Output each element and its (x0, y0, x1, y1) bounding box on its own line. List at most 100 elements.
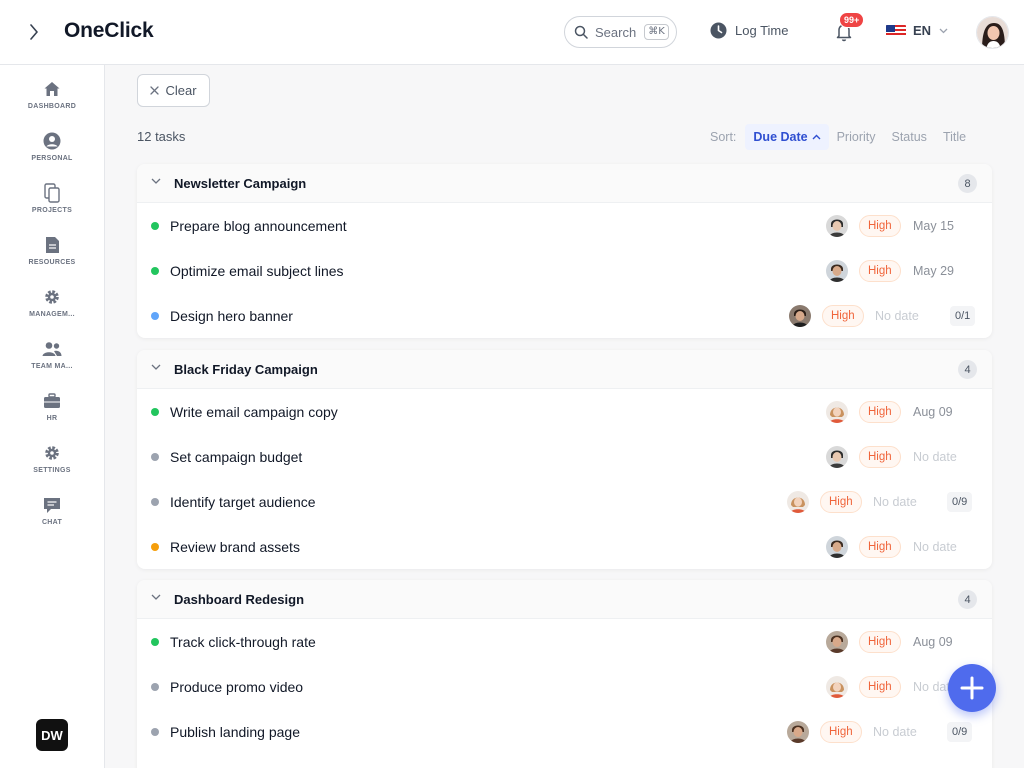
language-code: EN (913, 23, 932, 38)
main-content: Clear 12 tasks Sort: Due Date Priority S… (105, 65, 1024, 768)
task-title: Identify target audience (170, 494, 316, 510)
task-group: Newsletter Campaign 8 Prepare blog annou… (137, 164, 992, 338)
assignee-avatar[interactable] (826, 536, 848, 558)
sidebar-item-team-management[interactable]: TEAM MA... (0, 339, 104, 383)
assignee-avatar[interactable] (787, 721, 809, 743)
task-row[interactable]: Identify target audience High No date 0/… (137, 479, 992, 524)
assignee-avatar[interactable] (826, 215, 848, 237)
sidebar-item-chat[interactable]: CHAT (0, 495, 104, 539)
chevron-down-icon (151, 364, 161, 370)
assignee-avatar[interactable] (787, 491, 809, 513)
top-header: OneClick Search ⌘K Log Time 99+ EN (0, 0, 1024, 65)
user-initials-badge[interactable]: DW (36, 719, 68, 751)
status-dot (151, 728, 159, 736)
assignee-avatar[interactable] (826, 631, 848, 653)
search-input[interactable]: Search ⌘K (564, 16, 677, 48)
due-date: Aug 09 (913, 635, 953, 649)
task-row[interactable]: Set campaign budget High No date (137, 434, 992, 479)
group-header[interactable]: Dashboard Redesign 4 (137, 580, 992, 619)
subtask-count: 0/9 (947, 722, 973, 742)
user-avatar[interactable] (976, 16, 1009, 49)
sidebar-item-resources[interactable]: RESOURCES (0, 235, 104, 279)
sidebar-item-settings[interactable]: SETTINGS (0, 443, 104, 487)
assignee-avatar[interactable] (826, 446, 848, 468)
add-task-button[interactable] (948, 664, 996, 712)
language-selector[interactable]: EN (886, 23, 948, 38)
close-icon (150, 86, 160, 95)
due-date: No date (875, 309, 919, 323)
status-dot (151, 498, 159, 506)
task-row[interactable]: Optimize email subject lines High May 29 (137, 248, 992, 293)
app-title: OneClick (64, 19, 154, 42)
briefcase-icon (44, 393, 60, 408)
clear-label: Clear (165, 83, 197, 98)
group-title: Black Friday Campaign (174, 362, 318, 377)
due-date: No date (873, 495, 917, 509)
log-time-button[interactable]: Log Time (710, 22, 788, 39)
sort-option-due-date[interactable]: Due Date (745, 124, 829, 150)
assignee-avatar[interactable] (789, 305, 811, 327)
due-date: No date (913, 450, 957, 464)
task-row[interactable]: Write email campaign copy High Aug 09 (137, 389, 992, 434)
task-title: Prepare blog announcement (170, 218, 347, 234)
assignee-photo-icon (826, 676, 848, 698)
chevron-down-icon (151, 178, 161, 184)
task-title: Set campaign budget (170, 449, 303, 465)
assignee-avatar[interactable] (826, 260, 848, 282)
task-title: Produce promo video (170, 679, 304, 695)
copy-icon (44, 183, 60, 203)
clear-filters-button[interactable]: Clear (137, 74, 210, 107)
sidebar-item-label: CHAT (41, 519, 63, 526)
sidebar-item-dashboard[interactable]: DASHBOARD (0, 79, 104, 123)
sidebar-item-hr[interactable]: HR (0, 391, 104, 435)
assignee-photo-icon (826, 631, 848, 653)
sidebar: DASHBOARD PERSONAL PROJECTS RESOURCES MA… (0, 65, 105, 768)
task-row[interactable]: Track click-through rate High Aug 09 (137, 619, 992, 664)
task-row[interactable]: Review brand assets High No date (137, 524, 992, 569)
search-shortcut: ⌘K (644, 24, 669, 40)
task-group: Dashboard Redesign 4 Track click-through… (137, 580, 992, 768)
assignee-avatar[interactable] (826, 401, 848, 423)
gear-icon (45, 290, 59, 304)
subtask-count: 0/9 (947, 492, 973, 512)
task-title: Review brand assets (170, 539, 300, 555)
assignee-photo-icon (787, 721, 809, 743)
group-count-badge: 4 (958, 360, 977, 379)
sidebar-item-management[interactable]: MANAGEM... (0, 287, 104, 331)
team-icon (42, 342, 62, 356)
priority-badge: High (859, 631, 901, 653)
task-row[interactable]: Publish landing page High No date 0/9 (137, 709, 992, 754)
sort-option-priority[interactable]: Priority (829, 130, 884, 144)
status-dot (151, 312, 159, 320)
sidebar-item-projects[interactable]: PROJECTS (0, 183, 104, 227)
sort-option-status[interactable]: Status (884, 130, 935, 144)
status-dot (151, 683, 159, 691)
group-header[interactable]: Newsletter Campaign 8 (137, 164, 992, 203)
priority-badge: High (820, 491, 862, 513)
log-time-label: Log Time (735, 23, 789, 38)
due-date: No date (873, 725, 917, 739)
clock-icon (710, 22, 727, 39)
sidebar-item-label: DASHBOARD (27, 103, 77, 110)
task-row[interactable]: Design hero banner High No date 0/1 (137, 293, 992, 338)
priority-badge: High (859, 260, 901, 282)
assignee-photo-icon (826, 401, 848, 423)
sort-option-title[interactable]: Title (935, 130, 974, 144)
document-icon (45, 237, 59, 253)
priority-badge: High (859, 401, 901, 423)
task-row[interactable]: Prepare blog announcement High May 15 (137, 203, 992, 248)
sidebar-toggle-button[interactable] (24, 20, 44, 44)
task-row[interactable]: Produce promo video High No date (137, 664, 992, 709)
assignee-avatar[interactable] (826, 676, 848, 698)
priority-badge: High (822, 305, 864, 327)
sidebar-item-personal[interactable]: PERSONAL (0, 131, 104, 175)
chat-icon (44, 498, 60, 513)
sort-label: Sort: (710, 130, 737, 144)
sidebar-item-label: PROJECTS (31, 207, 73, 214)
sort-bar: Sort: Due Date Priority Status Title (710, 124, 974, 150)
task-title: Design hero banner (170, 308, 293, 324)
chevron-up-icon (812, 134, 821, 140)
user-icon (43, 132, 61, 150)
group-header[interactable]: Black Friday Campaign 4 (137, 350, 992, 389)
search-icon (574, 25, 588, 39)
